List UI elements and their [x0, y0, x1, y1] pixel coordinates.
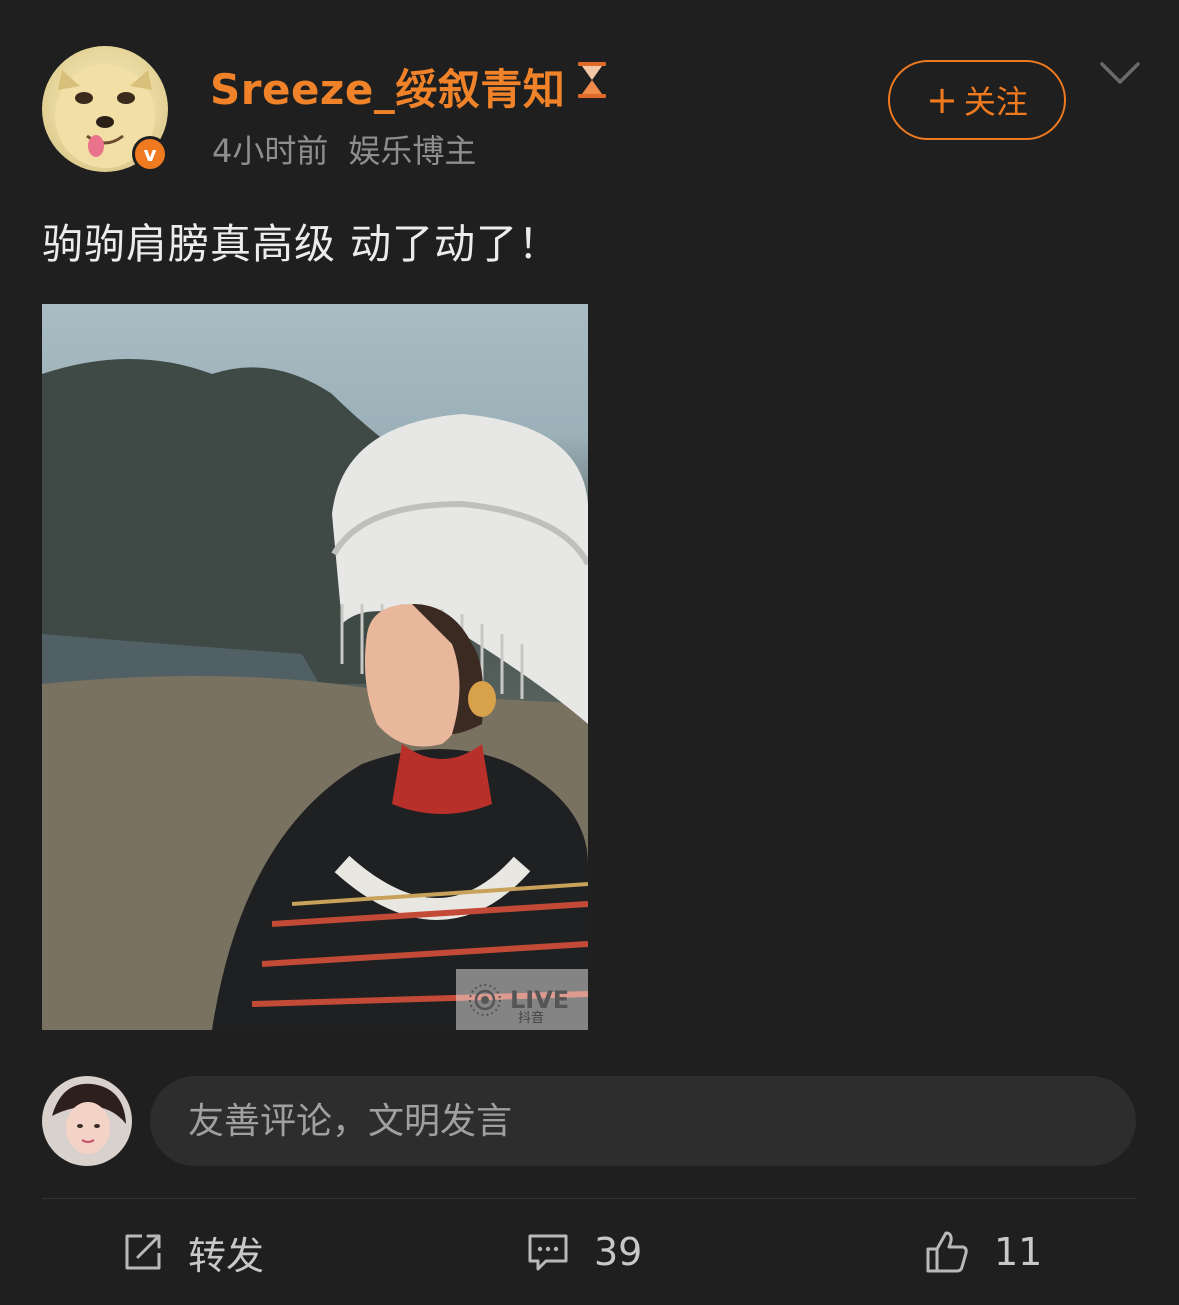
comment-input[interactable]	[186, 1099, 1090, 1143]
plus-icon: +	[926, 78, 958, 122]
follow-label: 关注	[963, 83, 1028, 121]
current-user-avatar[interactable]	[42, 1076, 132, 1166]
user-avatar-icon	[42, 1076, 132, 1166]
comment-button[interactable]: 39	[526, 1222, 642, 1282]
hourglass-icon	[578, 62, 606, 98]
post-time: 4小时前	[212, 132, 329, 170]
like-count: 11	[994, 1230, 1043, 1274]
live-photo-icon	[469, 983, 501, 1016]
verified-badge-icon: v	[132, 136, 168, 172]
thumbs-up-icon	[926, 1231, 968, 1273]
comment-box[interactable]	[150, 1076, 1136, 1166]
repost-button[interactable]: 转发	[122, 1222, 264, 1282]
post-meta: 4小时前 娱乐博主	[212, 126, 476, 172]
post-live-photo[interactable]	[42, 304, 588, 1030]
divider	[42, 1198, 1136, 1199]
author-category: 娱乐博主	[348, 132, 477, 170]
author-name[interactable]: Sreeze_绥叙青知	[210, 56, 565, 117]
comment-count: 39	[594, 1230, 643, 1274]
comment-icon	[528, 1234, 568, 1271]
repost-icon	[125, 1234, 161, 1270]
repost-label: 转发	[188, 1233, 265, 1278]
post-text: 驹驹肩膀真高级 动了动了！	[42, 220, 561, 268]
follow-button[interactable]: + 关注	[888, 60, 1066, 140]
douyin-watermark: 抖音	[518, 1011, 545, 1026]
chevron-down-icon[interactable]	[1098, 58, 1142, 88]
like-button[interactable]: 11	[924, 1222, 1042, 1282]
live-photo-badge[interactable]: LIVE 抖音	[456, 969, 588, 1030]
photo-illustration	[42, 359, 588, 1030]
